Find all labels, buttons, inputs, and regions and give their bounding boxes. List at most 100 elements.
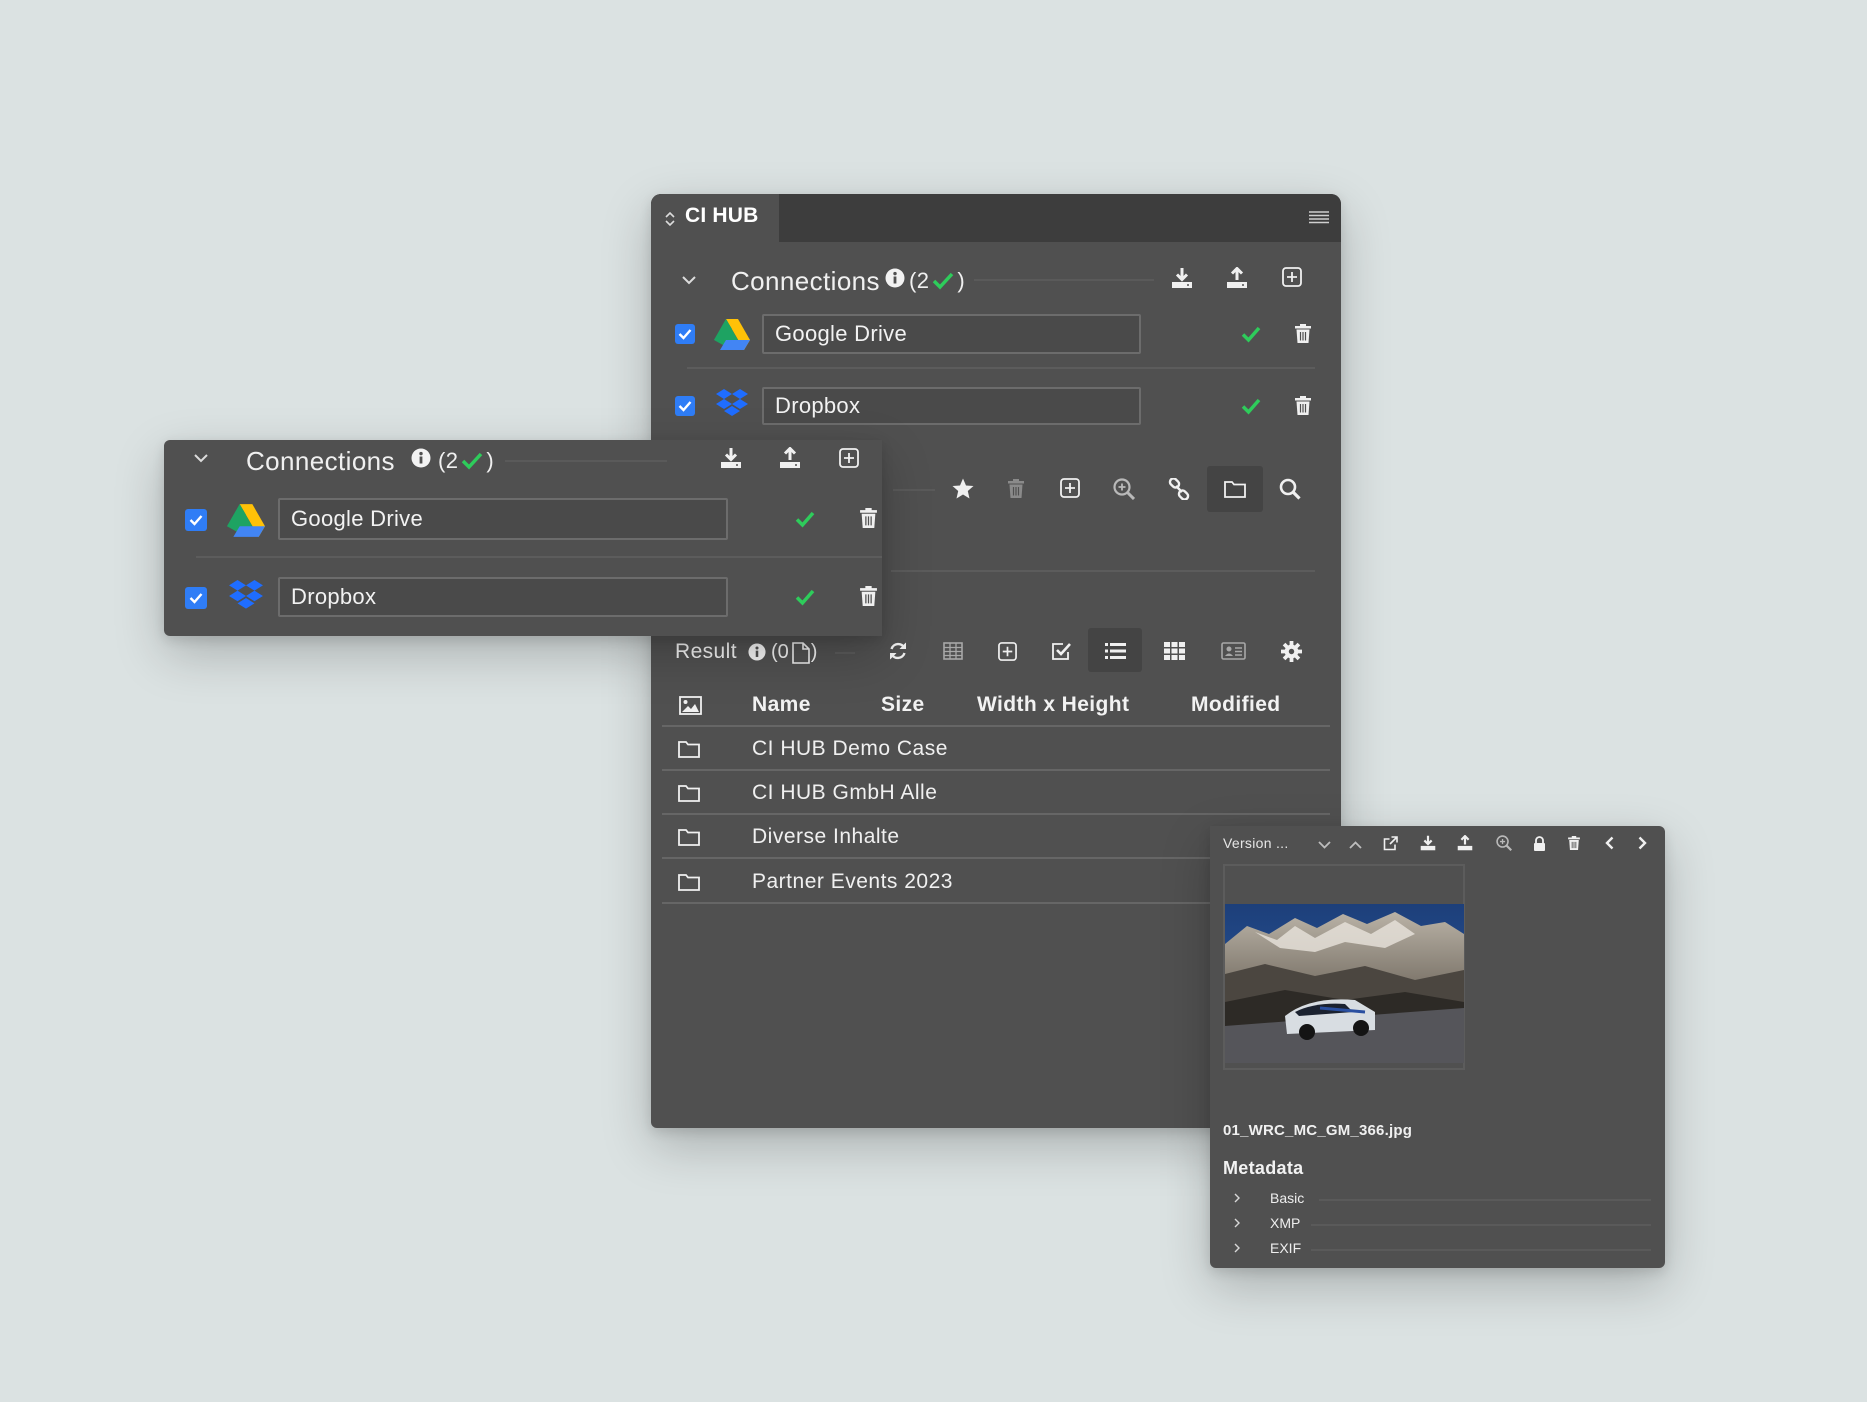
google-drive-delete-icon[interactable] (857, 506, 879, 530)
card-view-icon[interactable] (1220, 641, 1246, 661)
asset-thumbnail[interactable] (1225, 904, 1464, 1063)
download-icon[interactable] (719, 446, 743, 470)
chevron-right-icon[interactable] (1232, 1192, 1242, 1204)
table-row[interactable]: CI HUB GmbH Alle (752, 781, 937, 805)
download-icon[interactable] (1170, 266, 1194, 290)
list-view-icon[interactable] (1104, 641, 1126, 661)
preview-card: Version ... 01_WRC_MC_GM_366.jpg Metadat… (1210, 826, 1665, 1268)
google-drive-checkbox[interactable] (675, 324, 695, 344)
result-count-suffix: ) (810, 641, 818, 663)
connection-divider (196, 556, 882, 558)
trash-icon[interactable] (1565, 834, 1583, 852)
connection-divider (687, 367, 1315, 369)
add-connection-icon[interactable] (1281, 266, 1303, 288)
result-count-prefix: (0 (771, 641, 789, 663)
connections-count-prefix: (2 (909, 268, 930, 293)
dropbox-name-field[interactable]: Dropbox (762, 387, 1141, 425)
panel-title: CI HUB (685, 204, 759, 227)
column-header-name[interactable]: Name (752, 693, 811, 717)
connections-header-rule (974, 279, 1154, 281)
column-header-dimensions[interactable]: Width x Height (977, 693, 1129, 717)
dropbox-name-field[interactable]: Dropbox (278, 577, 728, 617)
dropbox-delete-icon[interactable] (857, 584, 879, 608)
connected-check-icon (461, 452, 483, 470)
metadata-section-xmp[interactable]: XMP (1270, 1215, 1300, 1231)
add-folder-icon[interactable] (1059, 477, 1081, 499)
zoom-in-icon[interactable] (1495, 834, 1513, 852)
google-drive-status-icon (1240, 324, 1262, 344)
column-header-size[interactable]: Size (881, 693, 925, 717)
download-icon[interactable] (1419, 834, 1437, 852)
upload-icon[interactable] (778, 446, 802, 470)
metadata-section-basic[interactable]: Basic (1270, 1190, 1304, 1206)
column-header-modified[interactable]: Modified (1191, 693, 1281, 717)
dropbox-checkbox[interactable] (675, 396, 695, 416)
next-icon[interactable] (1634, 834, 1650, 852)
table-row[interactable]: Partner Events 2023 (752, 870, 953, 894)
chevron-right-icon[interactable] (1232, 1242, 1242, 1254)
connections-card: Connections (2 ) Google Drive Dropbox (164, 440, 882, 636)
metadata-rule (1311, 1224, 1651, 1226)
dropbox-status-icon (794, 587, 816, 607)
add-connection-icon[interactable] (838, 447, 860, 469)
dropbox-delete-icon[interactable] (1292, 393, 1314, 417)
upload-icon[interactable] (1225, 266, 1249, 290)
table-row-divider (662, 813, 1330, 815)
upload-icon[interactable] (1456, 834, 1474, 852)
previous-icon[interactable] (1601, 834, 1617, 852)
select-all-icon[interactable] (1050, 640, 1072, 662)
dropbox-status-icon (1240, 396, 1262, 416)
open-external-icon[interactable] (1381, 834, 1399, 852)
favorites-star-icon[interactable] (951, 476, 975, 500)
metadata-rule (1311, 1249, 1651, 1251)
asset-filename: 01_WRC_MC_GM_366.jpg (1223, 1122, 1413, 1139)
thumbnail-column-icon (678, 695, 702, 715)
trash-icon[interactable] (1006, 477, 1026, 499)
grid-view-icon[interactable] (1163, 641, 1185, 661)
google-drive-name-field[interactable]: Google Drive (762, 314, 1141, 354)
dropbox-checkbox[interactable] (185, 587, 207, 609)
document-icon (791, 641, 810, 664)
table-row[interactable]: CI HUB Demo Case (752, 737, 948, 761)
connections-label: Connections (246, 446, 395, 476)
google-drive-name-field[interactable]: Google Drive (278, 498, 728, 540)
settings-gear-icon[interactable] (1280, 640, 1302, 662)
collapse-toggle-icon[interactable] (664, 210, 676, 228)
info-icon[interactable] (885, 268, 905, 288)
google-drive-icon (714, 318, 750, 350)
table-row[interactable]: Diverse Inhalte (752, 825, 900, 849)
google-drive-checkbox[interactable] (185, 509, 207, 531)
connections-collapse-icon[interactable] (681, 274, 697, 286)
result-info-icon[interactable] (747, 642, 766, 661)
refresh-icon[interactable] (887, 640, 909, 662)
browse-toolbar-rule (893, 489, 935, 491)
google-drive-status-icon (794, 509, 816, 529)
connections-count: (2 ) (438, 448, 494, 474)
panel-menu-icon[interactable] (1308, 209, 1330, 225)
chevron-down-icon[interactable] (1316, 839, 1332, 851)
zoom-in-icon[interactable] (1112, 477, 1136, 501)
folder-icon[interactable] (1223, 479, 1247, 499)
browse-divider (891, 570, 1315, 572)
add-item-icon[interactable] (996, 640, 1018, 662)
connections-count-suffix: ) (957, 268, 966, 293)
connections-label: Connections (731, 266, 880, 296)
version-select[interactable]: Version ... (1223, 835, 1289, 851)
chevron-right-icon[interactable] (1232, 1217, 1242, 1229)
table-view-icon[interactable] (942, 641, 964, 661)
connections-collapse-icon[interactable] (193, 452, 209, 464)
lock-icon[interactable] (1530, 834, 1548, 852)
google-drive-delete-icon[interactable] (1292, 321, 1314, 345)
connections-count-suffix: ) (486, 448, 495, 473)
metadata-heading: Metadata (1223, 1158, 1304, 1178)
row-folder-icon (677, 872, 701, 892)
table-row-divider (662, 769, 1330, 771)
info-icon[interactable] (411, 448, 431, 468)
table-header-divider (662, 725, 1330, 727)
metadata-rule (1319, 1199, 1651, 1201)
search-icon[interactable] (1278, 477, 1302, 501)
metadata-section-exif[interactable]: EXIF (1270, 1240, 1301, 1256)
chevron-up-icon[interactable] (1347, 839, 1363, 851)
result-header-rule (835, 652, 855, 654)
link-icon[interactable] (1167, 477, 1191, 501)
